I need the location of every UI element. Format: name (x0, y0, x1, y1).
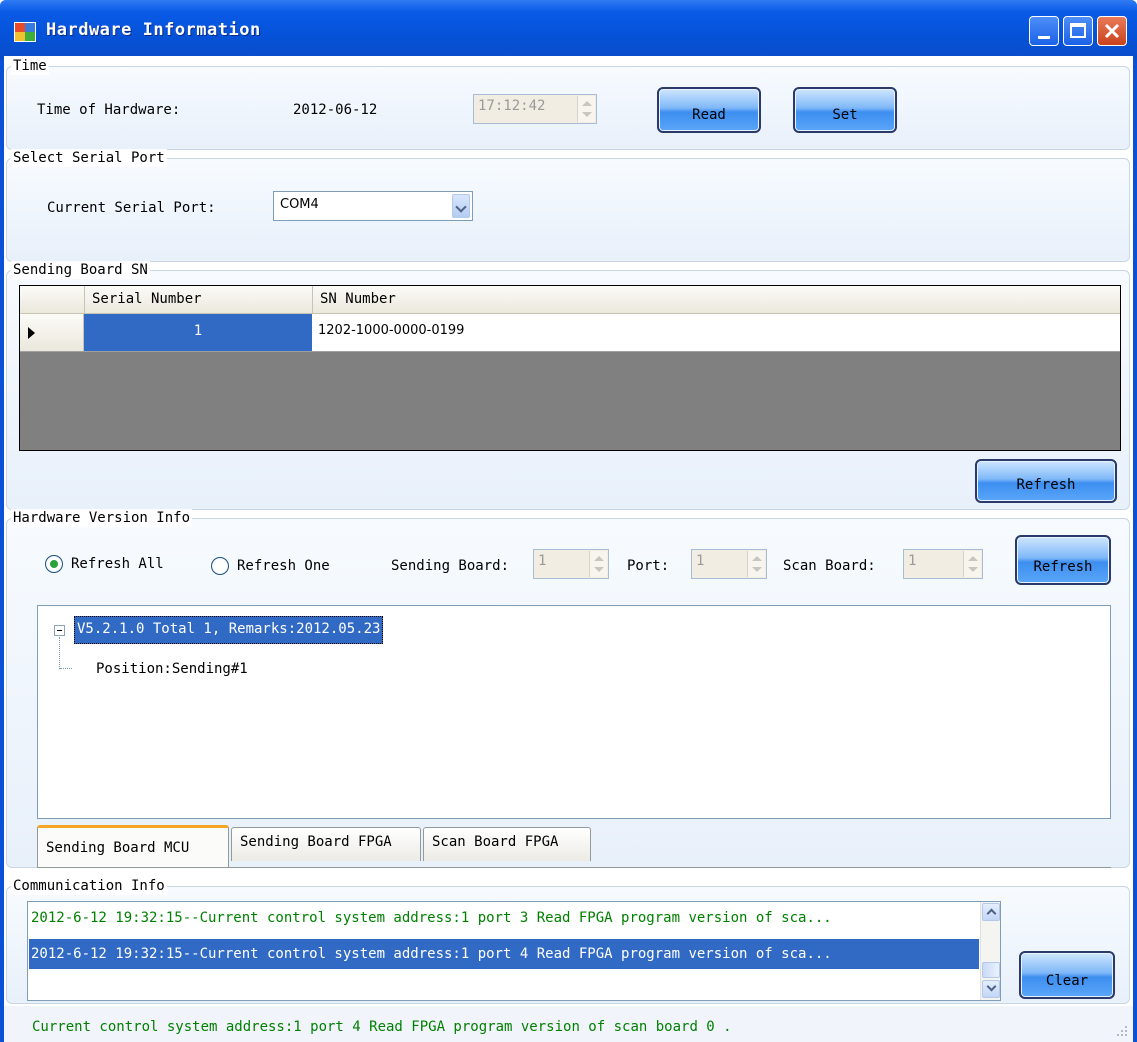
tab-sending-board-fpga[interactable]: Sending Board FPGA (231, 827, 421, 861)
sending-board-label: Sending Board: (391, 558, 510, 574)
status-bar: Current control system address:1 port 4 … (4, 1006, 1133, 1042)
tab-label: Scan Board FPGA (432, 834, 559, 850)
time-of-hardware-label: Time of Hardware: (37, 102, 181, 118)
sn-refresh-button[interactable]: Refresh (975, 459, 1117, 503)
hardware-date-value: 2012-06-12 (293, 102, 378, 118)
serial-number-value: 1 (193, 323, 203, 339)
refresh-one-label[interactable]: Refresh One (237, 557, 330, 575)
close-button[interactable] (1097, 16, 1127, 46)
spin-up-icon (752, 556, 762, 561)
spin-down-icon (582, 112, 592, 117)
maximize-button[interactable] (1063, 16, 1093, 46)
hardware-information-window: Hardware Information Time Time of Hardwa… (0, 0, 1137, 1042)
port-spin[interactable]: 1 (691, 549, 767, 579)
column-header-sn-number[interactable]: SN Number (320, 291, 396, 307)
chevron-down-icon[interactable] (452, 194, 470, 218)
row-header[interactable] (20, 314, 84, 351)
cell-serial-number[interactable]: 1 (84, 314, 312, 351)
resize-grip-icon[interactable] (1115, 1024, 1129, 1038)
spin-up-icon (968, 556, 978, 561)
refresh-all-label[interactable]: Refresh All (71, 555, 164, 573)
communication-log-list[interactable]: 2012-6-12 19:32:15--Current control syst… (27, 901, 1001, 1001)
refresh-one-radio[interactable] (211, 557, 229, 575)
title-bar[interactable]: Hardware Information (0, 0, 1137, 60)
version-refresh-label: Refresh (1033, 559, 1093, 575)
status-text: Current control system address:1 port 4 … (32, 1019, 732, 1035)
version-tree[interactable]: V5.2.1.0 Total 1, Remarks:2012.05.23 Pos… (37, 605, 1111, 819)
maximize-icon (1070, 23, 1086, 38)
collapse-icon[interactable] (54, 625, 65, 636)
serial-port-group-title: Select Serial Port (11, 149, 167, 167)
tab-strip-line (37, 867, 1111, 868)
close-icon (1104, 23, 1120, 39)
sn-refresh-label: Refresh (1016, 477, 1076, 493)
serial-port-group: Select Serial Port Current Serial Port: … (6, 149, 1130, 262)
spin-up-icon (582, 101, 592, 106)
set-time-button[interactable]: Set (793, 87, 897, 133)
minimize-icon (1038, 36, 1050, 39)
tab-label: Sending Board FPGA (240, 834, 392, 850)
sending-board-spin[interactable]: 1 (533, 549, 609, 579)
tab-sending-board-mcu[interactable]: Sending Board MCU (37, 825, 229, 867)
current-serial-port-label: Current Serial Port: (47, 200, 216, 216)
spin-down-icon (968, 567, 978, 572)
time-group: Time Time of Hardware: 2012-06-12 17:12:… (6, 57, 1130, 150)
clear-button[interactable]: Clear (1019, 951, 1115, 999)
hardware-time-field[interactable]: 17:12:42 (473, 94, 597, 124)
tab-scan-board-fpga[interactable]: Scan Board FPGA (423, 827, 591, 861)
list-item-selected[interactable]: 2012-6-12 19:32:15--Current control syst… (29, 939, 979, 969)
time-spin-arrows[interactable] (577, 96, 595, 122)
window-client-area: Time Time of Hardware: 2012-06-12 17:12:… (4, 56, 1133, 1042)
set-button-label: Set (832, 107, 858, 123)
port-spin-arrows[interactable] (747, 551, 765, 577)
hardware-time-value: 17:12:42 (478, 98, 546, 114)
sending-board-value: 1 (538, 553, 547, 569)
serial-port-value: COM4 (280, 197, 319, 212)
log-scrollbar[interactable] (980, 902, 1000, 1000)
sn-data-grid[interactable]: Serial Number SN Number 1 1202-1000-0000… (19, 285, 1121, 451)
spin-down-icon (752, 567, 762, 572)
scan-board-label: Scan Board: (783, 558, 876, 574)
table-row[interactable]: 1 1202-1000-0000-0199 (20, 314, 1120, 352)
sn-grid-header: Serial Number SN Number (20, 286, 1120, 314)
refresh-all-radio[interactable] (45, 555, 63, 573)
sn-number-value[interactable]: 1202-1000-0000-0199 (318, 323, 464, 338)
port-label: Port: (627, 558, 670, 574)
list-item[interactable]: 2012-6-12 19:32:15--Current control syst… (29, 903, 979, 933)
scan-board-spin-arrows[interactable] (963, 551, 981, 577)
port-value: 1 (696, 553, 705, 569)
column-header-serial-number[interactable]: Serial Number (92, 291, 202, 307)
sending-board-sn-group: Sending Board SN Serial Number SN Number… (6, 261, 1130, 510)
window-title: Hardware Information (46, 20, 261, 40)
tree-connector-line (59, 637, 60, 669)
hardware-version-group-title: Hardware Version Info (11, 509, 193, 527)
scan-board-value: 1 (908, 553, 917, 569)
read-button-label: Read (692, 107, 726, 123)
communication-info-group-title: Communication Info (11, 877, 167, 895)
read-time-button[interactable]: Read (657, 87, 761, 133)
app-icon (14, 22, 36, 42)
tab-label: Sending Board MCU (46, 840, 190, 856)
spin-down-icon (594, 567, 604, 572)
scroll-up-icon[interactable] (982, 903, 1000, 921)
sending-board-sn-group-title: Sending Board SN (11, 261, 150, 279)
spin-up-icon (594, 556, 604, 561)
serial-port-select[interactable]: COM4 (273, 191, 473, 221)
tree-connector-line (60, 668, 72, 669)
current-row-arrow-icon (28, 327, 35, 339)
clear-button-label: Clear (1045, 973, 1089, 989)
scroll-down-icon[interactable] (982, 980, 1000, 998)
sending-board-spin-arrows[interactable] (589, 551, 607, 577)
tree-node-child[interactable]: Position:Sending#1 (96, 660, 248, 678)
hardware-version-group: Hardware Version Info Refresh All Refres… (6, 509, 1130, 868)
tree-node-root[interactable]: V5.2.1.0 Total 1, Remarks:2012.05.23 (74, 616, 384, 644)
version-refresh-button[interactable]: Refresh (1015, 535, 1111, 585)
communication-info-group: Communication Info 2012-6-12 19:32:15--C… (6, 877, 1130, 1004)
minimize-button[interactable] (1029, 16, 1059, 46)
time-group-title: Time (11, 57, 49, 75)
scroll-thumb[interactable] (982, 962, 1000, 978)
scan-board-spin[interactable]: 1 (903, 549, 983, 579)
